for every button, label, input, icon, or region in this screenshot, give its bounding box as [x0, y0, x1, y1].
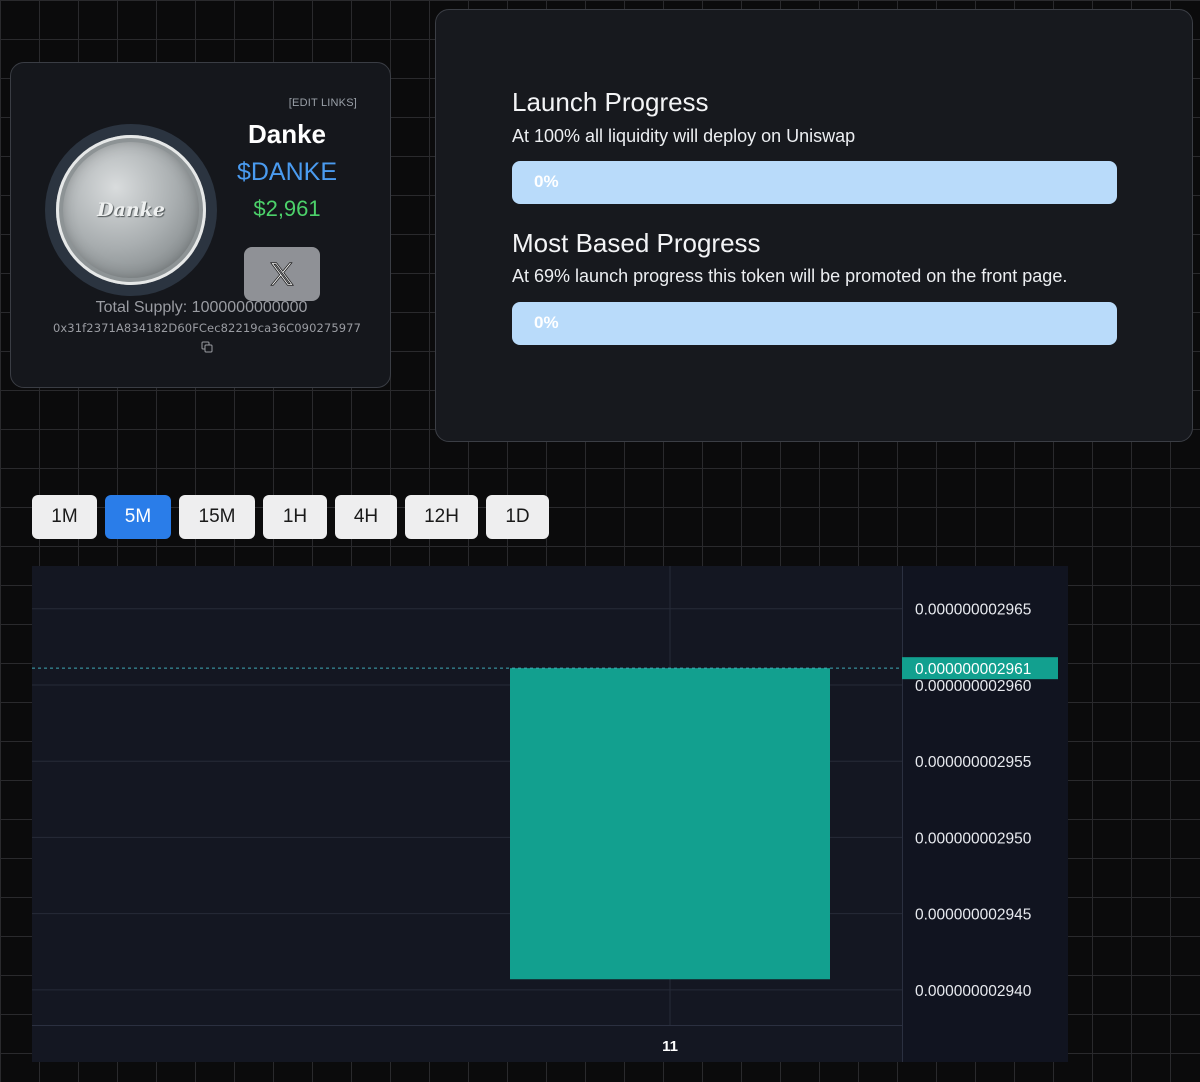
- interval-button-1d[interactable]: 1D: [486, 495, 549, 539]
- candle-body: [510, 668, 830, 980]
- launch-progress-title: Launch Progress: [512, 87, 709, 117]
- based-progress-bar: 0%: [512, 302, 1117, 345]
- price-chart[interactable]: 0.000000002965 0.000000002960 0.0000000029…: [32, 566, 1068, 1062]
- coin-image: Danke: [56, 135, 206, 285]
- based-progress-description: At 69% launch progress this token will b…: [512, 266, 1068, 286]
- x-tick-label: 11: [662, 1038, 678, 1055]
- y-tick-label: 0.000000002965: [915, 602, 1031, 619]
- launch-progress-label: 0%: [534, 172, 559, 191]
- total-supply: Total Supply: 1000000000000: [95, 299, 308, 316]
- launch-progress-bar: 0%: [512, 161, 1117, 204]
- progress-card: Launch Progress At 100% all liquidity wi…: [435, 9, 1193, 442]
- interval-button-1h[interactable]: 1H: [263, 495, 327, 539]
- based-progress-title: Most Based Progress: [512, 228, 761, 258]
- x-logo-icon: [270, 262, 295, 286]
- y-tick-label: 0.000000002940: [915, 983, 1032, 1000]
- coin-engraving: Danke: [97, 199, 165, 221]
- launch-progress-description: At 100% all liquidity will deploy on Uni…: [512, 126, 856, 146]
- price-chart-svg[interactable]: 0.0000000029650.0000000029600.0000000029…: [32, 566, 1068, 1062]
- token-price: $2,961: [253, 196, 321, 221]
- based-progress-label: 0%: [534, 313, 559, 332]
- avatar: Danke: [45, 124, 217, 296]
- contract-address[interactable]: 0x31f2371A834182D60FCec82219ca36C0902759…: [11, 321, 403, 335]
- current-price-label: 0.000000002961: [915, 661, 1031, 678]
- interval-button-5m[interactable]: 5M: [105, 495, 171, 539]
- token-ticker: $DANKE: [236, 158, 338, 186]
- y-tick-label: 0.000000002945: [915, 907, 1031, 924]
- copy-icon[interactable]: [201, 341, 213, 353]
- interval-button-4h[interactable]: 4H: [335, 495, 397, 539]
- interval-button-15m[interactable]: 15M: [179, 495, 255, 539]
- token-name: Danke: [247, 119, 327, 149]
- x-social-button[interactable]: [244, 247, 320, 301]
- y-tick-label: 0.000000002955: [915, 754, 1031, 771]
- edit-links-button[interactable]: [EDIT LINKS]: [289, 97, 357, 109]
- y-tick-label: 0.000000002950: [915, 830, 1032, 847]
- token-card: [EDIT LINKS] Danke Danke $DANKE $2,961 T…: [10, 62, 391, 388]
- y-tick-label: 0.000000002960: [915, 678, 1032, 695]
- interval-button-1m[interactable]: 1M: [32, 495, 97, 539]
- interval-button-12h[interactable]: 12H: [405, 495, 478, 539]
